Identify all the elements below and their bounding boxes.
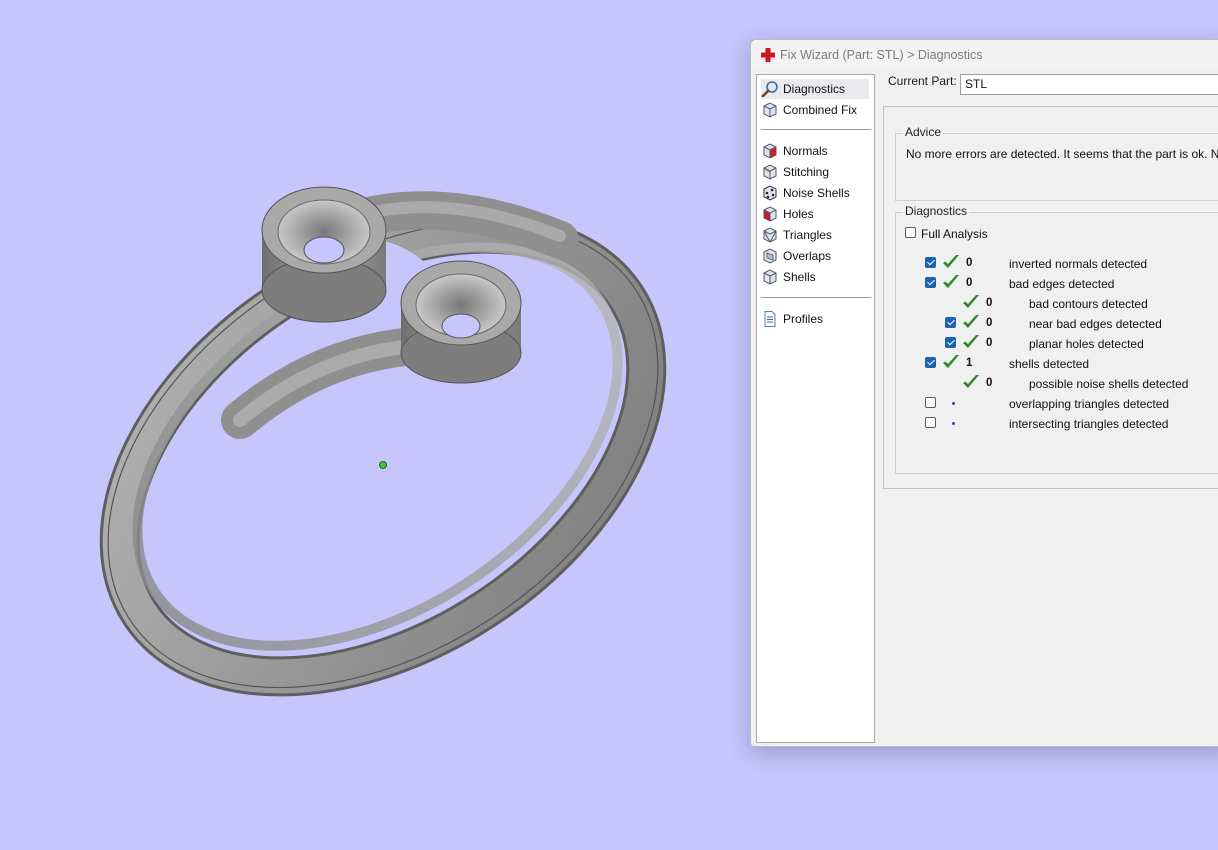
title-bar[interactable]: Fix Wizard (Part: STL) > Diagnostics [751, 40, 1218, 70]
cube-stack-icon [763, 102, 777, 118]
nav-item-profiles[interactable]: Profiles [761, 309, 869, 329]
window-title: Fix Wizard (Part: STL) > Diagnostics [780, 48, 983, 62]
row-count: 0 [986, 317, 993, 329]
advice-text: No more errors are detected. It seems th… [906, 147, 1218, 161]
pending-dot-icon [952, 422, 955, 425]
nav-label: Holes [783, 207, 814, 221]
row-label: possible noise shells detected [1029, 377, 1189, 391]
nav-separator [761, 297, 871, 298]
green-check-icon [963, 375, 979, 388]
magnifier-icon [761, 81, 778, 98]
green-check-icon [943, 255, 959, 268]
green-check-icon [963, 315, 979, 328]
row-label: shells detected [1009, 357, 1090, 371]
nav-item-triangles[interactable]: Triangles [761, 225, 869, 245]
row-count: 0 [986, 297, 993, 309]
nav-item-diagnostics[interactable]: Diagnostics [761, 79, 869, 99]
row-checkbox[interactable] [945, 337, 956, 348]
nav-item-noise-shells[interactable]: Noise Shells [761, 183, 869, 203]
full-analysis-label: Full Analysis [921, 227, 988, 241]
holes-cube-icon [763, 206, 777, 222]
row-count: 0 [986, 337, 993, 349]
row-checkbox[interactable] [925, 357, 936, 368]
nav-label: Triangles [783, 228, 832, 242]
pending-dot-icon [952, 402, 955, 405]
row-checkbox[interactable] [925, 417, 936, 428]
row-label: overlapping triangles detected [1009, 397, 1170, 411]
upper-cup [261, 186, 387, 323]
green-check-icon [943, 355, 959, 368]
lower-cup [400, 260, 522, 384]
row-count: 0 [966, 257, 973, 269]
nav-separator [761, 129, 871, 130]
row-checkbox[interactable] [925, 277, 936, 288]
current-part-field[interactable] [960, 74, 1218, 95]
nav-item-overlaps[interactable]: Overlaps [761, 246, 869, 266]
row-label: planar holes detected [1029, 337, 1144, 351]
nav-label: Combined Fix [783, 103, 858, 117]
fix-wizard-dialog: Fix Wizard (Part: STL) > Diagnostics Dia… [750, 39, 1218, 747]
red-cross-icon [761, 48, 775, 62]
full-analysis-checkbox[interactable] [905, 227, 916, 238]
row-checkbox[interactable] [925, 397, 936, 408]
row-label: bad edges detected [1009, 277, 1115, 291]
wizard-navigation: Diagnostics Combined Fix Normals Stitchi… [756, 74, 875, 743]
advice-title: Advice [903, 125, 944, 139]
overlaps-cube-icon [763, 248, 777, 264]
normals-cube-icon [763, 143, 777, 159]
current-part-label: Current Part: [888, 74, 957, 88]
pivot-point-marker [379, 461, 387, 469]
nav-label: Noise Shells [783, 186, 850, 200]
nav-item-stitching[interactable]: Stitching [761, 162, 869, 182]
nav-item-normals[interactable]: Normals [761, 141, 869, 161]
nav-label: Shells [783, 270, 816, 284]
nav-label: Overlaps [783, 249, 832, 263]
row-checkbox[interactable] [945, 317, 956, 328]
row-checkbox[interactable] [925, 257, 936, 268]
green-check-icon [943, 275, 959, 288]
diagnostics-page: Advice No more errors are detected. It s… [883, 106, 1218, 489]
row-label: intersecting triangles detected [1009, 417, 1169, 431]
row-label: inverted normals detected [1009, 257, 1148, 271]
nav-item-shells[interactable]: Shells [761, 267, 869, 287]
row-count: 0 [966, 277, 973, 289]
shells-cube-icon [763, 269, 777, 285]
advice-group: Advice No more errors are detected. It s… [895, 125, 1218, 201]
nav-label: Profiles [783, 312, 824, 326]
green-check-icon [963, 295, 979, 308]
nav-label: Diagnostics [783, 82, 846, 96]
row-label: bad contours detected [1029, 297, 1148, 311]
diagnostics-group: Diagnostics Full Analysis 0 inverted nor… [895, 204, 1218, 474]
ring-model[interactable] [0, 0, 760, 850]
triangles-cube-icon [763, 227, 777, 243]
nav-item-holes[interactable]: Holes [761, 204, 869, 224]
row-count: 0 [986, 377, 993, 389]
nav-item-combined-fix[interactable]: Combined Fix [761, 100, 869, 120]
nav-label: Stitching [783, 165, 830, 179]
nav-label: Normals [783, 144, 828, 158]
stitching-cube-icon [763, 164, 777, 180]
diagnostics-title: Diagnostics [903, 204, 970, 218]
green-check-icon [963, 335, 979, 348]
row-count: 1 [966, 357, 973, 369]
noise-shells-icon [763, 185, 777, 201]
document-icon [764, 311, 776, 327]
row-label: near bad edges detected [1029, 317, 1162, 331]
